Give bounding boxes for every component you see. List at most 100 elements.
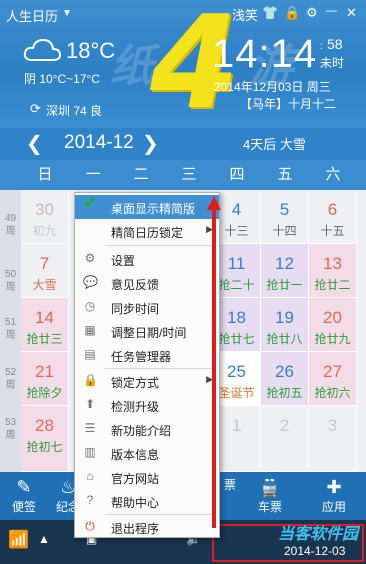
pen-icon: ✎ [16,477,32,497]
menu-item-lock-mode[interactable]: 🔒 锁定方式 ▶ [75,369,219,393]
skin-button[interactable]: 浅笑 [232,5,258,24]
day-cell[interactable]: 19 抢廿八 [261,298,309,352]
week-label: 周 [5,330,16,341]
wifi-icon[interactable]: 📶 [8,530,29,550]
day-cell[interactable]: 7 大雪 [21,244,69,298]
day-number: 26 [275,362,294,381]
clock-shichen: 未时 [320,56,345,70]
notes-label: 便签 [12,500,37,514]
month-label[interactable]: 2014-12 [64,132,134,154]
notes-button[interactable]: ✎ 便签 [12,476,36,515]
day-cell[interactable]: 27 抢初六 [309,352,357,406]
menu-item-check-update[interactable]: ⬆ 检测升级 [75,393,219,417]
refresh-icon[interactable]: ⟳ [30,101,41,117]
next-month-button[interactable]: ❯ [142,131,159,156]
site-watermark: 当客软件园 [278,526,359,543]
lunar-label: 抢廿二 [314,278,351,292]
menu-item-label: 同步时间 [111,302,160,316]
apps-grid-icon: ✚ [326,477,342,497]
day-cell-next-month[interactable]: 2 [261,406,309,472]
minimize-icon[interactable]: — [326,5,337,17]
close-icon[interactable]: ✕ [346,5,357,21]
menu-item-exit[interactable]: ⏻ 退出程序 [75,515,219,539]
menu-item-new-features[interactable]: ☰ 新功能介绍 [75,417,219,441]
weekday-thu: 四 [229,166,245,183]
train-icon: 🚆 [258,477,282,497]
menu-item-settings[interactable]: ⚙ 设置 [75,247,219,271]
menu-item-label: 桌面显示精简版 [111,202,196,216]
week-number: 50 [4,269,17,280]
colon-icon: : [320,41,323,52]
day-cell[interactable]: 5 十四 [261,190,309,244]
day-cell[interactable]: 20 抢廿九 [309,298,357,352]
day-cell[interactable]: 6 十五 [309,190,357,244]
week-number: 51 [4,317,17,328]
clock-time: 14:14 [212,32,318,76]
menu-item-label: 意见反馈 [111,278,160,292]
temperature: 18°C [66,38,116,63]
prev-month-button[interactable]: ❮ [26,131,43,156]
tray-expand-icon[interactable]: ▲ [38,532,50,546]
weekday-sat: 六 [325,166,341,183]
menu-item-label: 退出程序 [111,522,160,536]
apps-button[interactable]: ✚ 应用 [322,476,346,515]
tickets-button[interactable]: 票 [224,476,236,493]
day-cell-next-month[interactable]: 3 [309,406,357,472]
day-number: 2 [279,416,290,435]
menu-item-help-center[interactable]: ? 帮助中心 [75,489,219,513]
gear-icon[interactable]: ⚙ [306,5,318,21]
menu-item-task-manager[interactable]: ▤ 任务管理器 [75,343,219,367]
apps-label: 应用 [322,500,347,514]
menu-item-adjust-datetime[interactable]: ▦ 调整日期/时间 [75,319,219,343]
lunar-label: 抢廿一 [266,278,303,292]
lock-icon[interactable]: 🔒 [284,5,300,21]
tickets-label: 票 [224,478,237,492]
menu-item-label: 调整日期/时间 [111,326,187,340]
app-menu-caret-icon[interactable]: ▼ [62,8,72,19]
menu-item-label: 新功能介绍 [111,424,172,438]
menu-item-sync-time[interactable]: ◷ 同步时间 [75,295,219,319]
lunar-label: 抢除夕 [26,386,63,400]
lunar-label: 抢初七 [26,440,63,454]
city-aqi[interactable]: 深圳 74 良 [46,102,102,119]
week-number: 52 [4,367,17,378]
lunar-label: 初九 [32,224,57,238]
doc-icon: ▥ [84,445,96,459]
day-cell[interactable]: 21 抢除夕 [21,352,69,406]
weekday-mon: 一 [85,166,101,183]
shirt-icon[interactable]: 👕 [262,5,278,21]
menu-item-version-info[interactable]: ▥ 版本信息 [75,441,219,465]
train-ticket-button[interactable]: 🚆 车票 [258,476,282,515]
window-icon: ▤ [84,347,96,361]
context-menu: ✔ 桌面显示精简版 精简日历锁定 ▶ ⚙ 设置 💬 意见反馈 ◷ 同步时间 ▦ 调整日期/时… [74,192,220,538]
upgrade-icon: ⬆ [84,397,96,411]
menu-item-feedback[interactable]: 💬 意见反馈 [75,271,219,295]
menu-item-label: 官方网站 [111,472,160,486]
red-arrow-annotation [207,196,221,528]
tray-date[interactable]: 2014-12-03 [284,544,345,558]
weekday-sun: 日 [37,166,53,183]
chat-icon: 💬 [83,275,98,289]
day-cell[interactable]: 13 抢廿二 [309,244,357,298]
calendar-icon: ▦ [84,323,96,337]
menu-item-label: 帮助中心 [111,496,160,510]
day-cell[interactable]: 26 抢初五 [261,352,309,406]
list-icon: ☰ [84,421,96,435]
menu-item-lock-mini[interactable]: 精简日历锁定 ▶ [75,219,219,243]
menu-item-desktop-mini[interactable]: ✔ 桌面显示精简版 [75,195,219,219]
weather-description: 阴 10°C~17°C [24,72,100,86]
menu-item-label: 精简日历锁定 [111,226,184,240]
menu-item-official-site[interactable]: ⌂ 官方网站 [75,465,219,489]
menu-item-label: 任务管理器 [111,350,172,364]
day-cell[interactable]: 12 抢廿一 [261,244,309,298]
header-panel: 纸 游 4 人生日历 ▼ 浅笑 👕 🔒 ⚙ — ✕ 18°C 阴 10°C~17… [0,0,366,128]
lock-icon: 🔒 [83,373,98,387]
week-label: 周 [5,226,16,237]
app-title[interactable]: 人生日历 [6,6,58,25]
menu-divider [105,245,215,246]
day-number: 6 [327,200,338,219]
day-cell[interactable]: 28 抢初七 [21,406,69,472]
day-cell[interactable]: 14 抢廿三 [21,298,69,352]
help-icon: ? [86,493,94,507]
day-cell[interactable]: 30 初九 [21,190,69,244]
